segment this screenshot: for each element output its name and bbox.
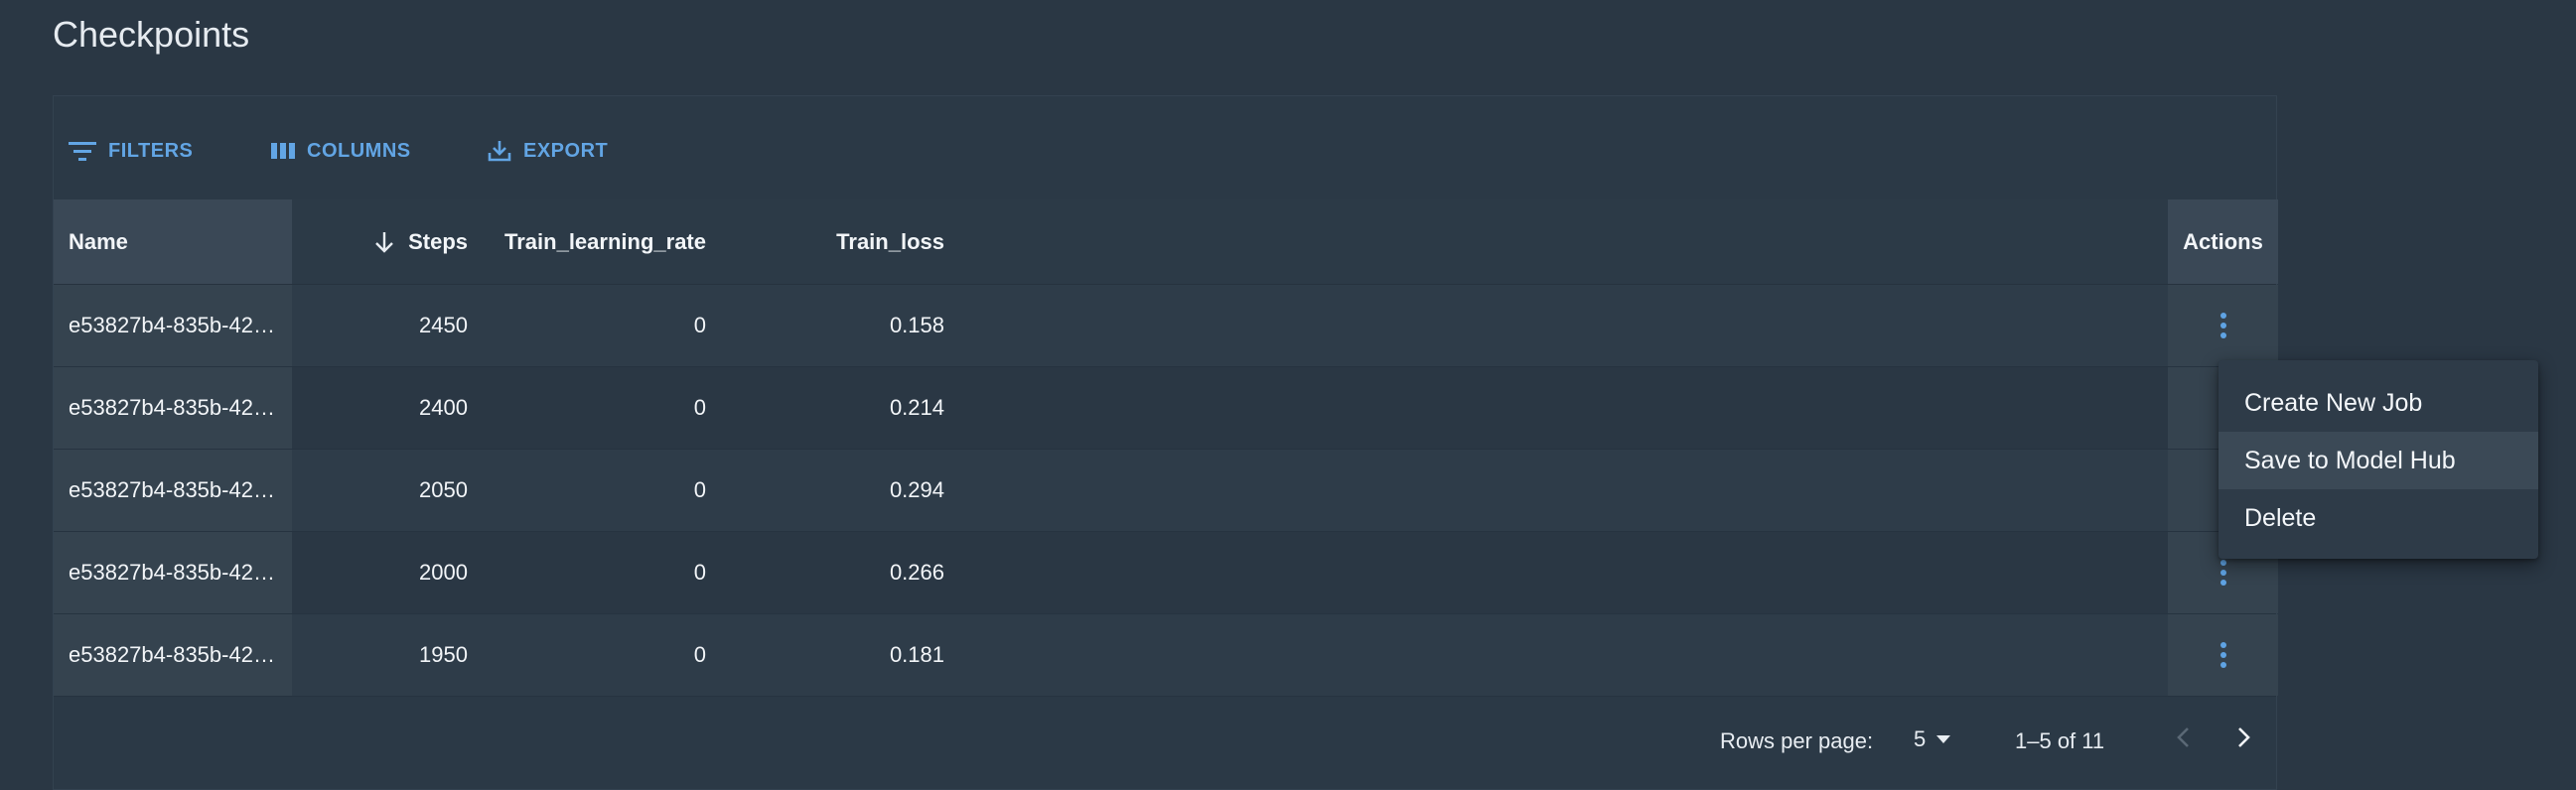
header-actions-label: Actions [2183, 228, 2263, 254]
cell-train-loss: 0.214 [889, 395, 944, 420]
table-row[interactable]: e53827b4-835b-42… 1950 0 0.181 [54, 614, 2278, 697]
menu-item-create-new-job[interactable]: Create New Job [2218, 374, 2538, 432]
cell-train-loss: 0.181 [889, 642, 944, 667]
grid-toolbar: FILTERS COLUMNS EXPORT [54, 96, 2276, 199]
table-header: Name Steps Train_learning_rate Train_los… [54, 199, 2278, 285]
menu-item-save-to-model-hub[interactable]: Save to Model Hub [2218, 432, 2538, 489]
export-button[interactable]: EXPORT [488, 136, 608, 166]
export-label: EXPORT [523, 139, 609, 162]
cell-train-loss: 0.266 [889, 560, 944, 585]
header-name-label: Name [69, 228, 128, 254]
header-train-loss[interactable]: Train_loss [706, 199, 944, 284]
cell-actions [2168, 285, 2278, 366]
arrow-down-icon[interactable] [374, 231, 394, 253]
chevron-left-icon [2177, 727, 2189, 747]
header-name[interactable]: Name [54, 199, 292, 284]
previous-page-button[interactable] [2169, 723, 2199, 758]
filter-icon [69, 142, 96, 161]
columns-button[interactable]: COLUMNS [271, 136, 411, 166]
table-row[interactable]: e53827b4-835b-42… 2050 0 0.294 [54, 450, 2278, 532]
filters-label: FILTERS [108, 139, 194, 162]
header-lr-label: Train_learning_rate [504, 228, 706, 254]
cell-train-loss: 0.294 [889, 477, 944, 502]
header-steps-label: Steps [408, 228, 468, 254]
cell-train-learning-rate: 0 [693, 313, 706, 337]
columns-icon [271, 143, 295, 159]
header-loss-label: Train_loss [836, 228, 944, 254]
more-vert-icon[interactable] [2219, 313, 2226, 338]
pagination-range: 1–5 of 11 [2015, 728, 2105, 753]
header-train-learning-rate[interactable]: Train_learning_rate [468, 199, 706, 284]
header-actions: Actions [2168, 199, 2278, 284]
table-row[interactable]: e53827b4-835b-42… 2450 0 0.158 [54, 285, 2278, 367]
table-row[interactable]: e53827b4-835b-42… 2000 0 0.266 [54, 532, 2278, 614]
cell-name: e53827b4-835b-42… [54, 532, 292, 613]
cell-train-learning-rate: 0 [693, 395, 706, 420]
cell-name: e53827b4-835b-42… [54, 285, 292, 366]
chevron-right-icon [2238, 727, 2250, 747]
cell-actions [2168, 614, 2278, 696]
menu-item-delete[interactable]: Delete [2218, 489, 2538, 547]
caret-down-icon [1936, 735, 1951, 743]
more-vert-icon[interactable] [2219, 642, 2226, 668]
cell-steps: 2450 [419, 313, 468, 337]
cell-steps: 2000 [419, 560, 468, 585]
rows-per-page-label: Rows per page: [1720, 728, 1874, 753]
page-title: Checkpoints [53, 14, 250, 55]
cell-name: e53827b4-835b-42… [54, 614, 292, 696]
cell-steps: 2400 [419, 395, 468, 420]
checkpoints-panel: FILTERS COLUMNS EXPORT Name Steps Train_… [53, 95, 2278, 790]
next-page-button[interactable] [2228, 723, 2258, 758]
rows-per-page-select[interactable]: 5 [1914, 726, 1951, 752]
cell-train-learning-rate: 0 [693, 642, 706, 667]
more-vert-icon[interactable] [2219, 560, 2226, 586]
cell-train-loss: 0.158 [889, 313, 944, 337]
cell-steps: 1950 [419, 642, 468, 667]
cell-train-learning-rate: 0 [693, 477, 706, 502]
cell-train-learning-rate: 0 [693, 560, 706, 585]
header-steps[interactable]: Steps [292, 199, 468, 284]
checkpoints-table: Name Steps Train_learning_rate Train_los… [54, 199, 2278, 697]
pagination-footer: Rows per page: 5 1–5 of 11 [54, 697, 2276, 782]
cell-steps: 2050 [419, 477, 468, 502]
columns-label: COLUMNS [307, 139, 411, 162]
rows-per-page-value: 5 [1914, 726, 1927, 751]
row-actions-menu: Create New Job Save to Model Hub Delete [2218, 360, 2538, 559]
cell-name: e53827b4-835b-42… [54, 450, 292, 531]
download-icon [488, 141, 511, 162]
filters-button[interactable]: FILTERS [69, 136, 193, 166]
table-row[interactable]: e53827b4-835b-42… 2400 0 0.214 [54, 367, 2278, 450]
cell-name: e53827b4-835b-42… [54, 367, 292, 449]
